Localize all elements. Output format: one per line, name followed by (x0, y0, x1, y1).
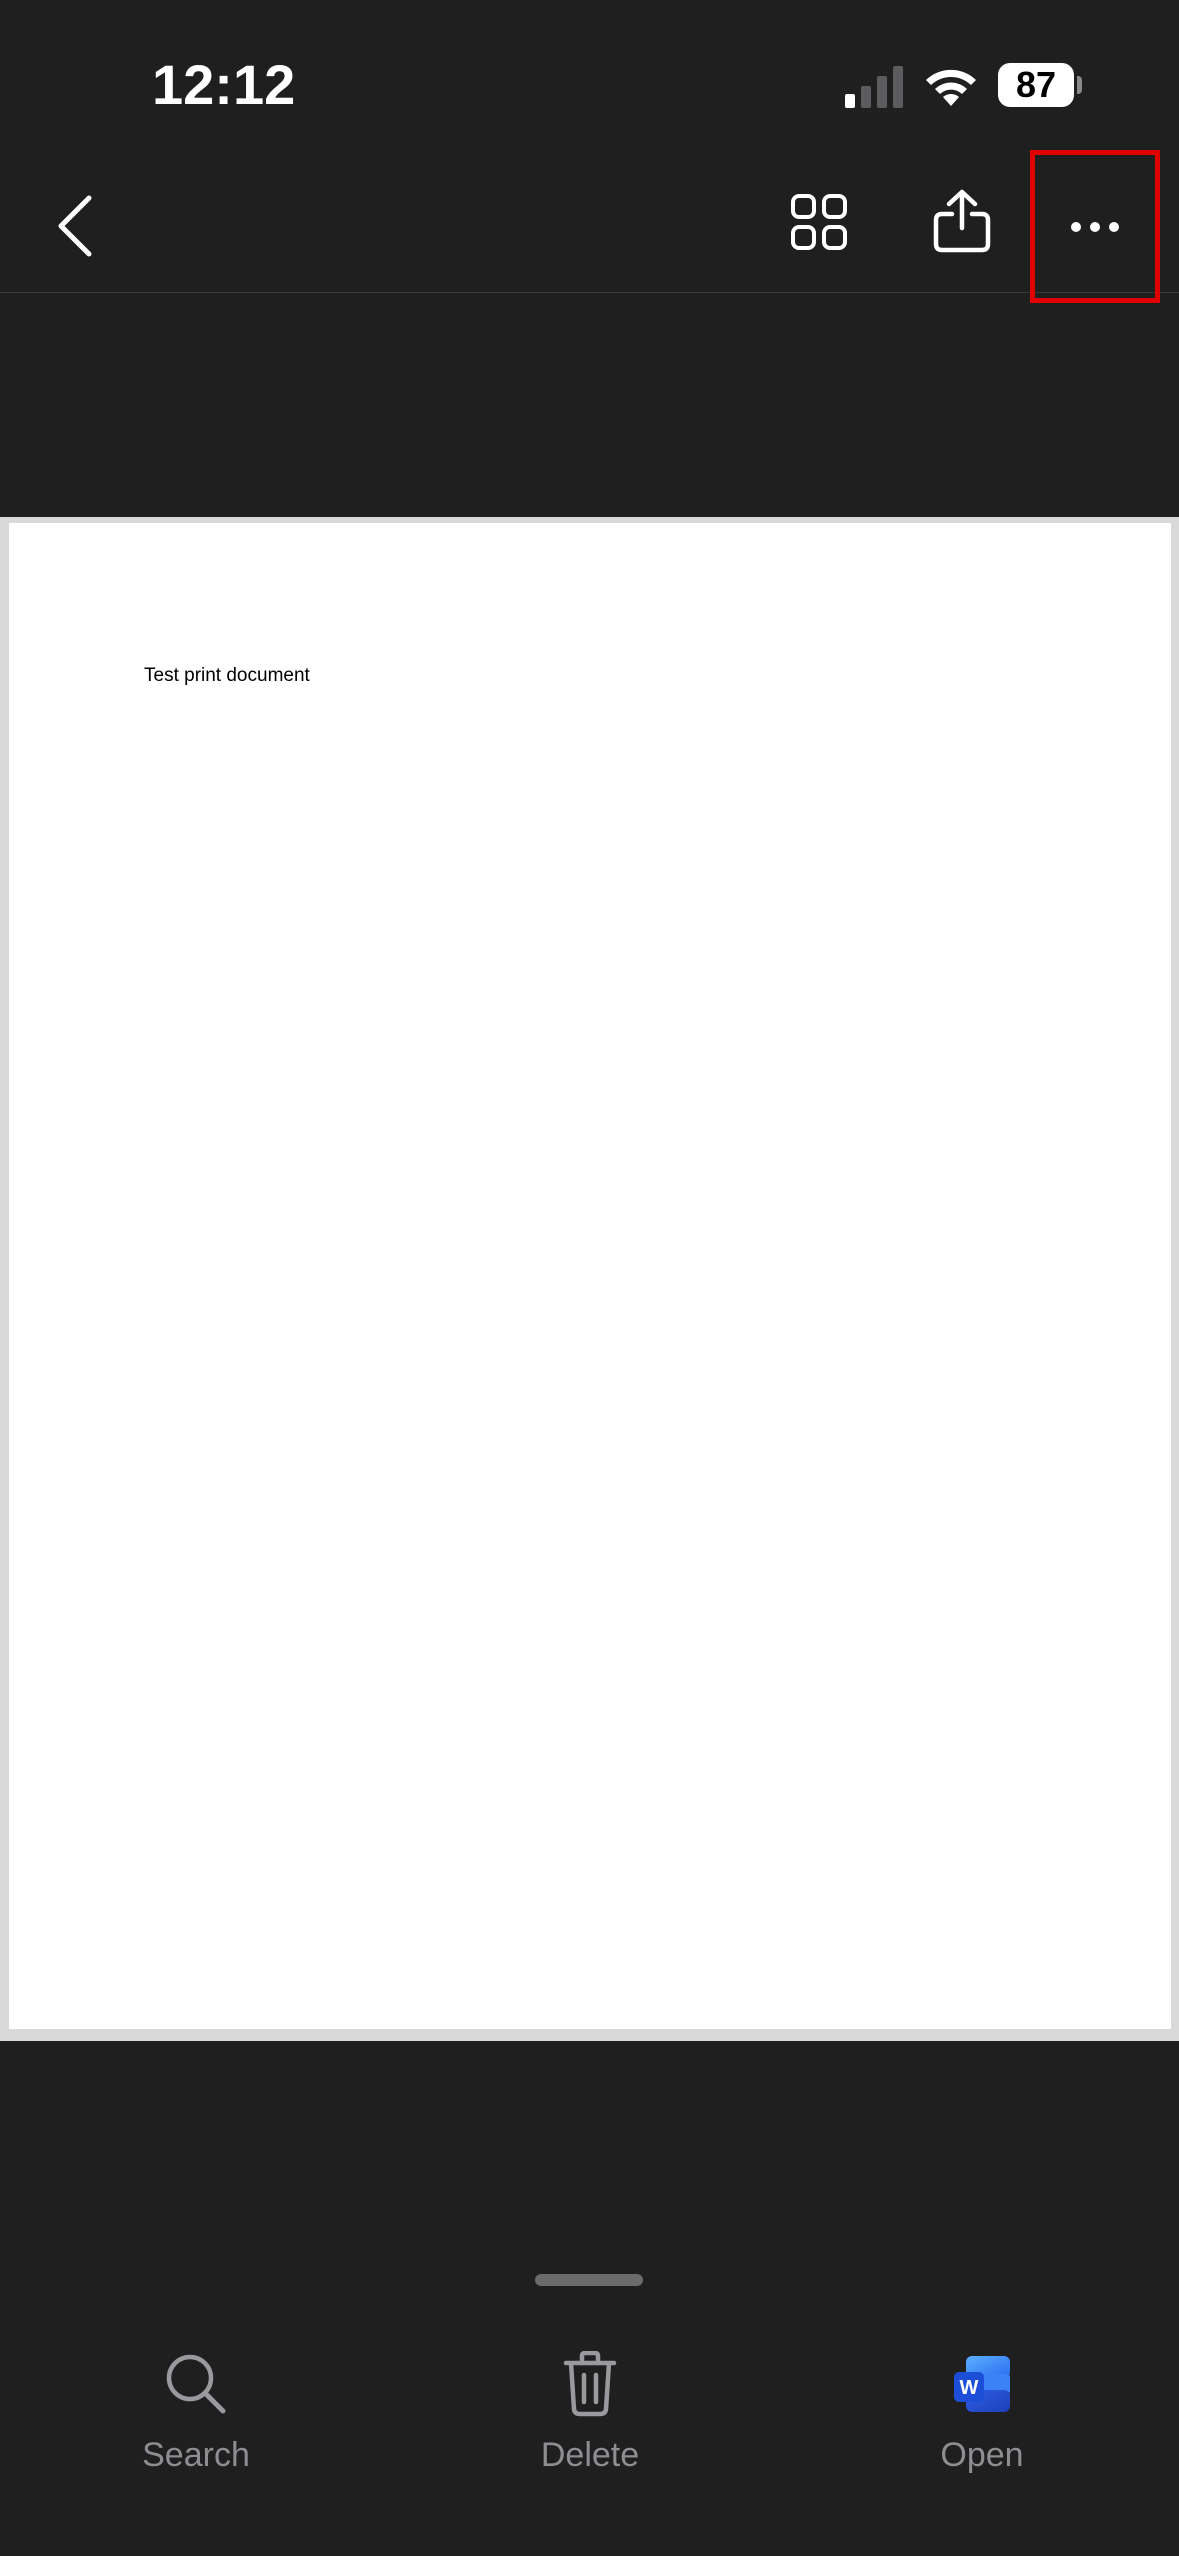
delete-button[interactable]: Delete (490, 2348, 690, 2488)
chevron-left-icon (58, 195, 92, 257)
share-button[interactable] (920, 176, 1004, 266)
status-time: 12:12 (152, 53, 296, 116)
document-page: Test print document (9, 523, 1171, 2029)
search-icon (166, 2354, 226, 2414)
battery-indicator: 87 (998, 63, 1074, 107)
trash-icon (563, 2351, 617, 2417)
share-icon (933, 189, 991, 253)
wifi-icon (926, 69, 976, 106)
svg-text:W: W (960, 2377, 979, 2399)
search-label: Search (142, 2436, 250, 2474)
back-button[interactable] (40, 186, 110, 266)
word-app-icon: W (954, 2356, 1010, 2412)
delete-label: Delete (540, 2436, 640, 2474)
cellular-signal-icon (845, 66, 903, 108)
drag-handle[interactable] (535, 2274, 643, 2286)
more-options-button[interactable] (1030, 150, 1160, 303)
toolbar (0, 150, 1179, 303)
grid-view-button[interactable] (778, 182, 860, 262)
open-in-word-button[interactable]: W Open (882, 2348, 1082, 2488)
open-label: Open (940, 2436, 1024, 2474)
grid-icon (791, 194, 847, 250)
document-viewer[interactable]: Test print document (0, 517, 1179, 2041)
search-button[interactable]: Search (96, 2348, 296, 2488)
document-text: Test print document (144, 665, 310, 686)
status-bar: 12:12 87 (0, 0, 1179, 150)
battery-cap (1077, 76, 1082, 94)
more-horizontal-icon (1071, 221, 1119, 232)
